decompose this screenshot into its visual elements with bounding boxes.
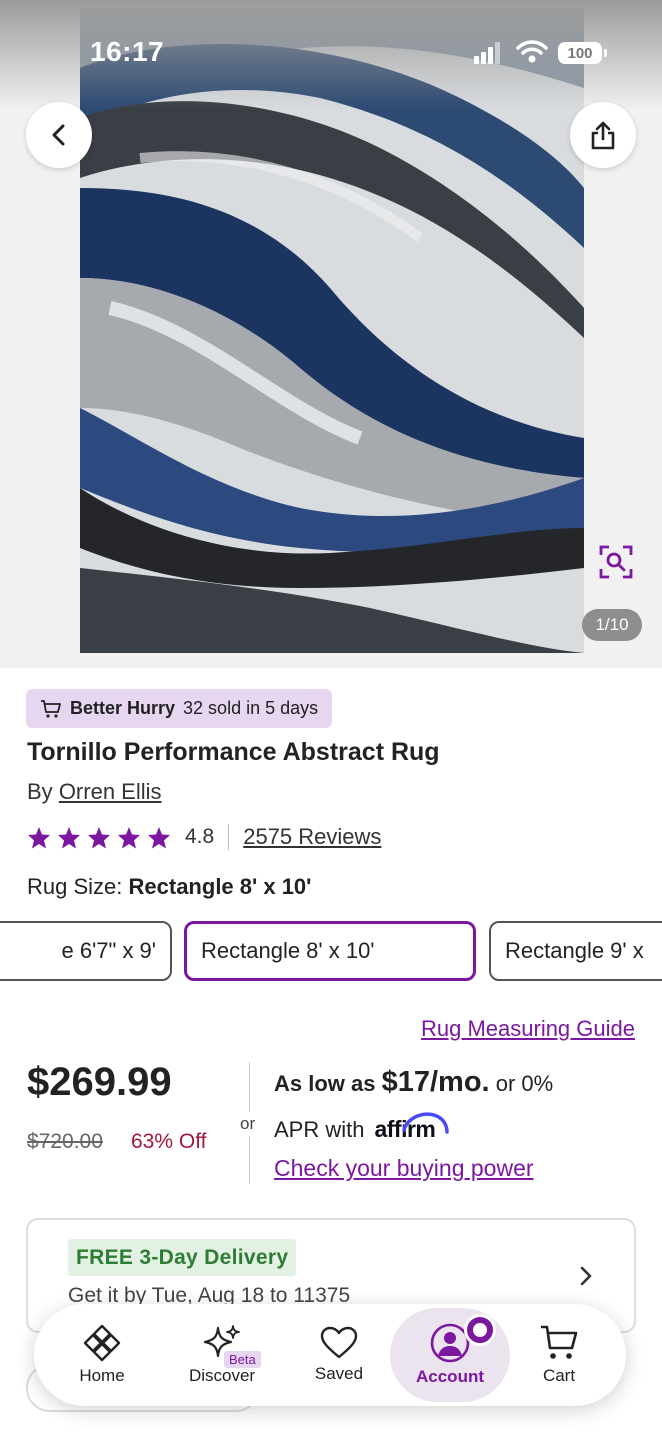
rating-row[interactable]: 4.8 2575 Reviews (27, 820, 381, 854)
brand-link[interactable]: Orren Ellis (59, 779, 162, 804)
bottom-tab-bar: Home Beta Discover Saved Account Cart (34, 1304, 626, 1406)
size-selected: Rectangle 8' x 10' (128, 874, 312, 899)
product-page: 16:17 100 1/10 Better Hurry 32 sold in 5… (0, 0, 662, 1440)
tab-discover-label: Discover (188, 1366, 256, 1385)
star-icon (88, 826, 110, 848)
or-label: or (240, 1112, 256, 1136)
affirm-arc-icon (402, 1112, 450, 1134)
tab-discover[interactable]: Beta Discover (182, 1304, 262, 1406)
star-icon (28, 826, 50, 848)
sale-price: $269.99 (27, 1060, 172, 1104)
rug-measuring-guide-link[interactable]: Rug Measuring Guide (421, 1016, 635, 1042)
status-time: 16:17 (90, 36, 165, 67)
tab-saved-label: Saved (314, 1364, 364, 1383)
cart-icon (541, 1325, 578, 1359)
tab-cart[interactable]: Cart (524, 1304, 594, 1406)
tab-cart-label: Cart (542, 1366, 576, 1385)
visual-search-icon (599, 545, 633, 579)
tab-home[interactable]: Home (67, 1304, 137, 1406)
as-low-as: As low as (274, 1071, 376, 1096)
star-rating (27, 826, 171, 849)
size-label-row: Rug Size: Rectangle 8' x 10' (27, 874, 311, 900)
urgency-label: Better Hurry (70, 698, 176, 718)
rating-value: 4.8 (185, 825, 215, 848)
discount-percent: 63% Off (131, 1130, 207, 1153)
tab-home-label: Home (79, 1366, 125, 1385)
share-button[interactable] (570, 102, 636, 168)
size-label: Rug Size: (27, 874, 123, 899)
monthly-price: $17/mo. (381, 1066, 490, 1098)
cellular-signal-icon (474, 42, 500, 64)
size-option[interactable]: e 6'7" x 9' (0, 921, 172, 981)
free-delivery-badge: FREE 3-Day Delivery (68, 1239, 297, 1276)
star-icon (148, 826, 170, 848)
urgency-badge: Better Hurry 32 sold in 5 days (26, 689, 333, 728)
original-price: $720.00 (27, 1130, 103, 1153)
cart-icon (41, 699, 61, 718)
star-icon (58, 826, 80, 848)
by-prefix: By (27, 779, 53, 804)
financing-line: As low as $17/mo. or 0% (274, 1066, 553, 1099)
home-icon (83, 1324, 121, 1362)
apr-prefix: or 0% (495, 1071, 554, 1096)
size-option-selected[interactable]: Rectangle 8' x 10' (184, 921, 476, 981)
tab-account-label: Account (416, 1367, 484, 1386)
size-option[interactable]: Rectangle 9' x (489, 921, 662, 981)
brand-line: By Orren Ellis (27, 779, 162, 805)
beta-badge: Beta (224, 1351, 261, 1368)
financing-provider-line: APR with affirm (274, 1112, 450, 1143)
battery-icon: 100 (558, 42, 607, 64)
product-title: Tornillo Performance Abstract Rug (27, 738, 440, 766)
star-icon (118, 826, 140, 848)
urgency-detail: 32 sold in 5 days (183, 698, 319, 718)
chevron-right-icon (580, 1266, 592, 1286)
heart-icon (320, 1326, 358, 1359)
status-bar: 16:17 100 (0, 0, 662, 100)
visual-search-button[interactable] (596, 542, 636, 582)
rating-divider (228, 824, 230, 850)
back-button[interactable] (26, 102, 92, 168)
check-buying-power-link[interactable]: Check your buying power (274, 1155, 534, 1182)
apr-with: APR with (274, 1116, 365, 1142)
share-icon (591, 121, 615, 150)
chevron-left-icon (52, 124, 65, 146)
product-image-gallery[interactable]: 16:17 100 1/10 (0, 0, 662, 668)
reviews-link[interactable]: 2575 Reviews (243, 824, 381, 850)
image-counter: 1/10 (582, 609, 642, 641)
wifi-icon (516, 40, 548, 63)
tab-saved[interactable]: Saved (304, 1304, 374, 1406)
notification-dot-icon (464, 1314, 496, 1346)
affirm-logo: affirm (374, 1112, 450, 1143)
tab-account[interactable]: Account (390, 1308, 510, 1402)
